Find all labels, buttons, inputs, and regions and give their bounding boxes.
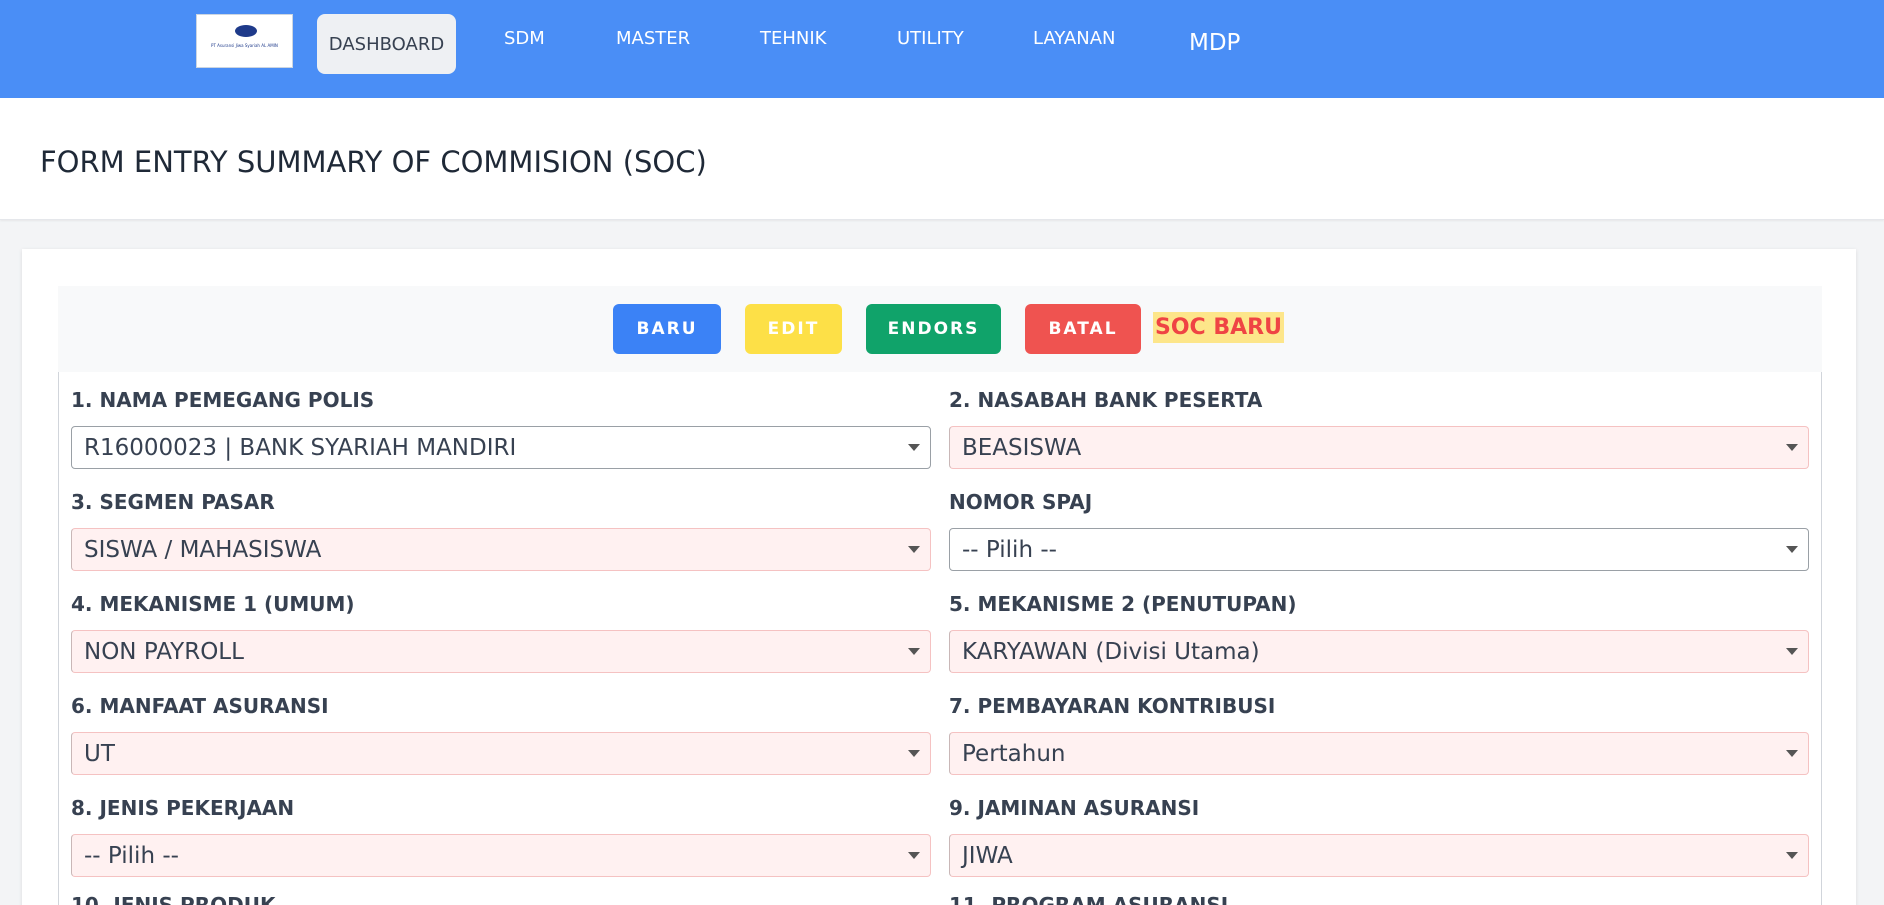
page-title: FORM ENTRY SUMMARY OF COMMISION (SOC) xyxy=(40,145,707,179)
select-value: R16000023 | BANK SYARIAH MANDIRI xyxy=(84,434,517,461)
field-label-mekanisme-2: 5. MEKANISME 2 (PENUTUPAN) xyxy=(949,592,1297,616)
top-navbar: PT Asuransi Jiwa Syariah AL AMIN DASHBOA… xyxy=(0,0,1884,98)
chevron-down-icon xyxy=(1786,750,1798,757)
field-label-manfaat-asuransi: 6. MANFAAT ASURANSI xyxy=(71,694,329,718)
nav-item-tehnik[interactable]: TEHNIK xyxy=(760,28,826,49)
select-value: NON PAYROLL xyxy=(84,638,244,665)
baru-button[interactable]: BARU xyxy=(613,304,721,354)
select-value: -- Pilih -- xyxy=(84,842,179,869)
edit-button[interactable]: EDIT xyxy=(745,304,842,354)
logo-emblem-icon xyxy=(235,25,257,37)
nav-item-mdp[interactable]: MDP xyxy=(1189,30,1240,56)
chevron-down-icon xyxy=(908,750,920,757)
jaminan-asuransi-select[interactable]: JIWA xyxy=(949,834,1809,877)
chevron-down-icon xyxy=(908,648,920,655)
field-label-mekanisme-1: 4. MEKANISME 1 (UMUM) xyxy=(71,592,355,616)
chevron-down-icon xyxy=(908,852,920,859)
mekanisme-2-select[interactable]: KARYAWAN (Divisi Utama) xyxy=(949,630,1809,673)
status-badge: SOC BARU xyxy=(1153,312,1284,343)
chevron-down-icon xyxy=(1786,444,1798,451)
segmen-pasar-select[interactable]: SISWA / MAHASISWA xyxy=(71,528,931,571)
batal-button[interactable]: BATAL xyxy=(1025,304,1141,354)
endors-button[interactable]: ENDORS xyxy=(866,304,1001,354)
chevron-down-icon xyxy=(1786,852,1798,859)
field-label-jenis-produk: 10. JENIS PRODUK xyxy=(71,893,276,905)
nav-item-utility[interactable]: UTILITY xyxy=(897,28,964,49)
nasabah-bank-peserta-select[interactable]: BEASISWA xyxy=(949,426,1809,469)
select-value: SISWA / MAHASISWA xyxy=(84,536,322,563)
select-value: UT xyxy=(84,740,115,767)
field-label-nasabah-bank-peserta: 2. NASABAH BANK PESERTA xyxy=(949,388,1263,412)
field-label-segmen-pasar: 3. SEGMEN PASAR xyxy=(71,490,275,514)
select-value: BEASISWA xyxy=(962,434,1082,461)
chevron-down-icon xyxy=(908,546,920,553)
select-value: JIWA xyxy=(962,842,1013,869)
select-value: Pertahun xyxy=(962,740,1066,767)
company-logo[interactable]: PT Asuransi Jiwa Syariah AL AMIN xyxy=(196,14,293,68)
mekanisme-1-select[interactable]: NON PAYROLL xyxy=(71,630,931,673)
chevron-down-icon xyxy=(1786,648,1798,655)
field-label-jaminan-asuransi: 9. JAMINAN ASURANSI xyxy=(949,796,1200,820)
field-label-nama-pemegang-polis: 1. NAMA PEMEGANG POLIS xyxy=(71,388,375,412)
manfaat-asuransi-select[interactable]: UT xyxy=(71,732,931,775)
field-label-pembayaran-kontribusi: 7. PEMBAYARAN KONTRIBUSI xyxy=(949,694,1276,718)
select-value: -- Pilih -- xyxy=(962,536,1057,563)
select-value: KARYAWAN (Divisi Utama) xyxy=(962,638,1260,665)
chevron-down-icon xyxy=(908,444,920,451)
jenis-pekerjaan-select[interactable]: -- Pilih -- xyxy=(71,834,931,877)
chevron-down-icon xyxy=(1786,546,1798,553)
logo-text: PT Asuransi Jiwa Syariah AL AMIN xyxy=(211,43,278,48)
field-label-nomor-spaj: NOMOR SPAJ xyxy=(949,490,1093,514)
field-label-jenis-pekerjaan: 8. JENIS PEKERJAAN xyxy=(71,796,295,820)
nav-item-layanan[interactable]: LAYANAN xyxy=(1033,28,1116,49)
nav-item-master[interactable]: MASTER xyxy=(616,28,690,49)
nomor-spaj-select[interactable]: -- Pilih -- xyxy=(949,528,1809,571)
nav-item-sdm[interactable]: SDM xyxy=(504,28,545,49)
nama-pemegang-polis-select[interactable]: R16000023 | BANK SYARIAH MANDIRI xyxy=(71,426,931,469)
pembayaran-kontribusi-select[interactable]: Pertahun xyxy=(949,732,1809,775)
nav-item-dashboard[interactable]: DASHBOARD xyxy=(317,14,456,74)
field-label-program-asuransi: 11. PROGRAM ASURANSI xyxy=(949,893,1229,905)
page-header: FORM ENTRY SUMMARY OF COMMISION (SOC) xyxy=(0,98,1884,220)
